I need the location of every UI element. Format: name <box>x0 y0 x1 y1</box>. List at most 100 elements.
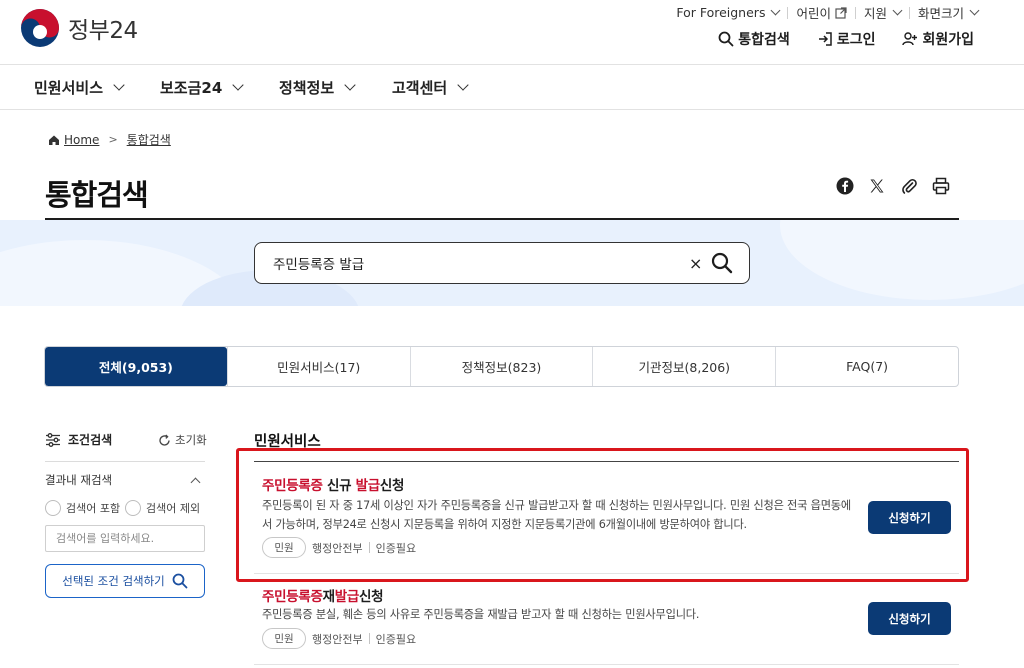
logo[interactable]: 정부24 <box>20 8 138 48</box>
breadcrumb: Home > 통합검색 <box>48 131 171 148</box>
printer-icon <box>932 177 950 195</box>
refresh-icon <box>159 434 170 446</box>
support-menu[interactable]: 지원 <box>863 3 903 22</box>
radio-circle <box>125 500 141 516</box>
meta-separator <box>368 633 370 644</box>
site-header: 정부24 For Foreigners 어린이 지원 화면크기 통합검색 로그인… <box>0 0 1024 64</box>
search-button[interactable] <box>711 252 733 278</box>
chevron-down-icon <box>771 5 781 16</box>
search-link[interactable]: 통합검색 <box>718 29 790 49</box>
apply-filter-button[interactable]: 선택된 조건 검색하기 <box>45 564 205 598</box>
search-input[interactable] <box>273 253 673 273</box>
chevron-down-icon <box>969 5 980 16</box>
filter-divider <box>45 461 205 462</box>
category-tag: 민원 <box>262 628 306 649</box>
header-actions: 통합검색 로그인 회원가입 <box>691 29 974 49</box>
divider <box>908 6 910 19</box>
paperclip-icon <box>902 178 917 194</box>
apply-button[interactable]: 신청하기 <box>868 501 951 534</box>
result-title-link[interactable]: 주민등록증재발급신청 <box>262 585 384 605</box>
search-link-label: 통합검색 <box>738 32 790 48</box>
radio-circle <box>45 500 61 516</box>
clear-search-button[interactable]: × <box>689 254 702 273</box>
apply-filter-label: 선택된 조건 검색하기 <box>62 574 165 588</box>
for-foreigners-label: For Foreigners <box>676 5 766 20</box>
include-keyword-radio[interactable]: 검색어 포함 <box>45 500 120 516</box>
chevron-down-icon <box>113 79 125 91</box>
highlight-keyword: 주민등록증 <box>262 589 323 605</box>
tab-all[interactable]: 전체(9,053) <box>45 347 227 386</box>
divider <box>787 6 789 19</box>
filter-title: 조건검색 <box>68 433 113 447</box>
exclude-keyword-radio[interactable]: 검색어 제외 <box>125 500 200 516</box>
kids-label: 어린이 <box>796 6 831 21</box>
tab-civil-service[interactable]: 민원서비스(17) <box>226 347 410 386</box>
section-title: 민원서비스 <box>254 434 321 450</box>
title-text: 신청 <box>379 478 405 494</box>
background-shape <box>780 220 1024 300</box>
signup-label: 회원가입 <box>922 32 974 48</box>
breadcrumb-home[interactable]: Home <box>64 133 99 147</box>
reset-filter-button[interactable]: 초기화 <box>158 432 207 448</box>
login-link[interactable]: 로그인 <box>817 29 876 49</box>
support-label: 지원 <box>863 6 887 21</box>
search-icon <box>718 31 734 47</box>
result-title-link[interactable]: 주민등록증 신규 발급신청 <box>262 474 404 494</box>
result-description: 주민등록이 된 자 중 17세 이상인 자가 주민등록증을 신규 발급받고자 할… <box>262 499 851 531</box>
apply-button[interactable]: 신청하기 <box>868 602 951 635</box>
result-divider <box>254 664 959 665</box>
x-share-button[interactable] <box>867 176 887 196</box>
chevron-down-icon <box>457 79 469 91</box>
tab-institution[interactable]: 기관정보(8,206) <box>592 347 775 386</box>
refine-search-title: 결과내 재검색 <box>45 473 113 487</box>
chevron-down-icon <box>232 79 244 91</box>
logo-text: 정부24 <box>68 18 138 44</box>
search-box: × <box>254 242 750 284</box>
for-foreigners-menu[interactable]: For Foreigners <box>676 5 781 20</box>
tab-policy[interactable]: 정책정보(823) <box>409 347 593 386</box>
refine-keyword-input[interactable] <box>45 525 205 552</box>
breadcrumb-current[interactable]: 통합검색 <box>127 131 171 148</box>
result-category-tabs: 전체(9,053) 민원서비스(17) 정책정보(823) 기관정보(8,206… <box>44 346 959 387</box>
gnb-item-civil-service[interactable]: 민원서비스 <box>34 77 125 98</box>
gnb-item-label: 보조금24 <box>160 79 223 97</box>
breadcrumb-separator: > <box>108 133 118 146</box>
result-divider <box>254 573 959 574</box>
filter-header: 조건검색 <box>45 431 112 448</box>
utility-menu: For Foreigners 어린이 지원 화면크기 <box>676 3 980 22</box>
agency-name: 행정안전부 <box>312 632 363 646</box>
auth-required: 인증필요 <box>375 632 417 646</box>
sliders-icon <box>46 432 60 447</box>
gnb-item-label: 정책정보 <box>279 79 335 97</box>
auth-required: 인증필요 <box>375 541 417 555</box>
agency-name: 행정안전부 <box>312 541 363 555</box>
include-keyword-label: 검색어 포함 <box>66 502 121 515</box>
category-tag: 민원 <box>262 537 306 558</box>
search-icon <box>172 573 188 589</box>
gnb-item-customer-center[interactable]: 고객센터 <box>392 77 469 98</box>
page-title: 통합검색 <box>45 178 149 212</box>
external-link-icon <box>835 6 847 19</box>
facebook-share-button[interactable] <box>835 176 855 196</box>
signup-link[interactable]: 회원가입 <box>902 29 974 49</box>
copy-link-button[interactable] <box>899 176 919 196</box>
highlight-keyword: 발급 <box>355 478 381 494</box>
gnb-item-subsidy[interactable]: 보조금24 <box>160 77 244 98</box>
chevron-up-icon[interactable] <box>190 477 201 488</box>
kids-link[interactable]: 어린이 <box>796 3 847 22</box>
main-navigation: 민원서비스 보조금24 정책정보 고객센터 <box>0 64 1024 110</box>
section-divider <box>254 461 959 462</box>
title-text: 신청 <box>358 589 384 605</box>
screen-size-label: 화면크기 <box>917 6 964 21</box>
gnb-item-label: 민원서비스 <box>34 79 104 97</box>
title-text: 신규 <box>322 478 356 494</box>
screen-size-menu[interactable]: 화면크기 <box>917 3 980 22</box>
tab-faq[interactable]: FAQ(7) <box>775 347 958 386</box>
title-text: 재 <box>322 589 335 605</box>
login-label: 로그인 <box>836 32 876 48</box>
highlight-keyword: 주민등록증 <box>262 478 323 494</box>
print-button[interactable] <box>931 176 951 196</box>
gnb-item-policy[interactable]: 정책정보 <box>279 77 356 98</box>
gnb-item-label: 고객센터 <box>392 79 448 97</box>
exclude-keyword-label: 검색어 제외 <box>146 502 201 515</box>
